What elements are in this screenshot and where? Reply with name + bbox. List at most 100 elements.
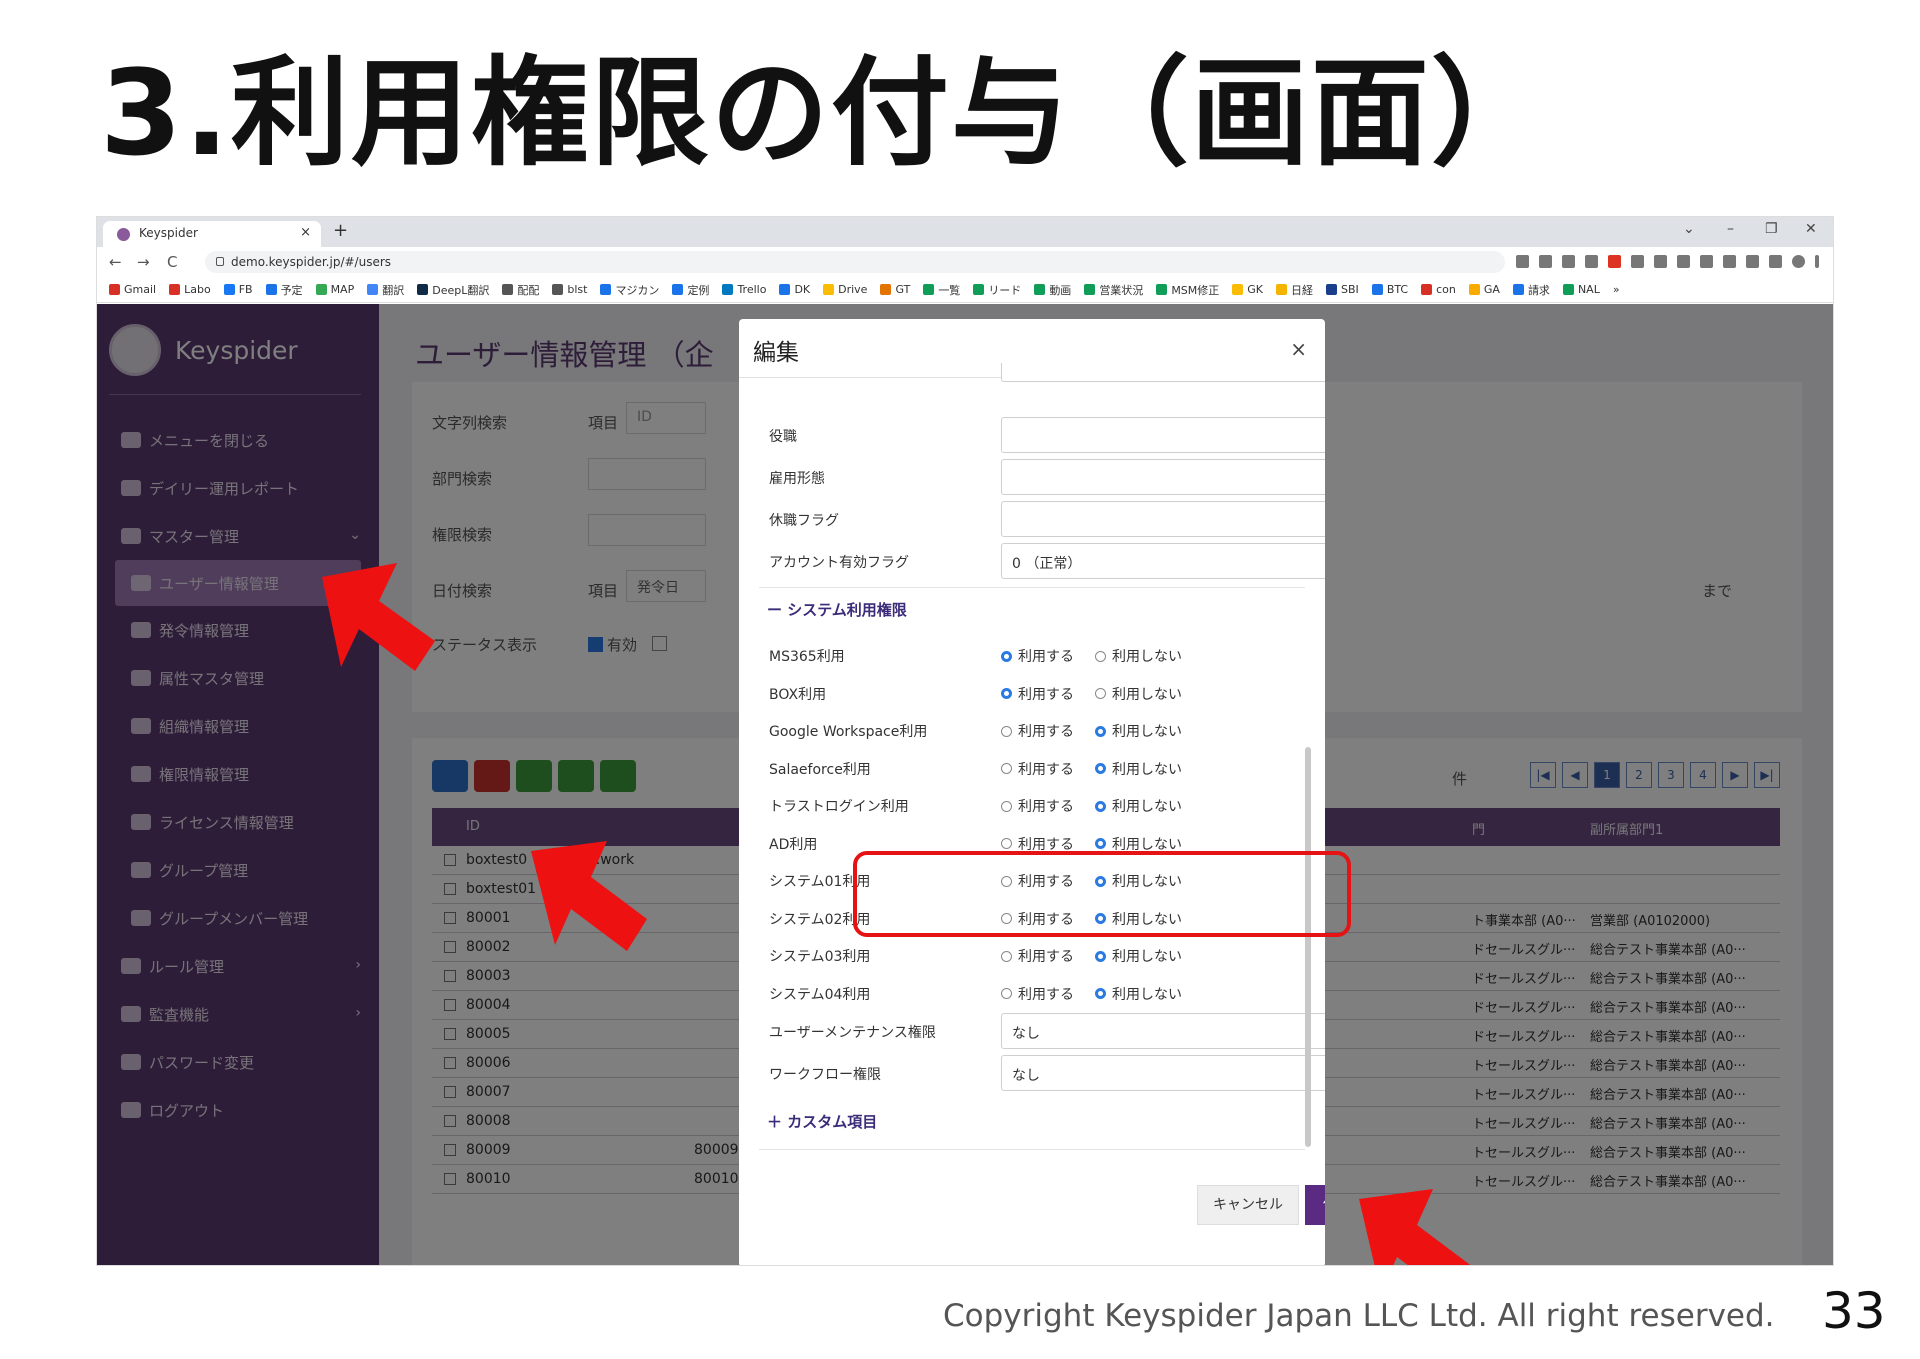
nouse-radio[interactable]: 利用しない xyxy=(1095,984,1182,1004)
close-window-icon[interactable]: ✕ xyxy=(1805,221,1817,237)
bookmark-item[interactable]: con xyxy=(1421,283,1456,296)
nouse-radio-label: 利用しない xyxy=(1112,761,1182,778)
use-radio-label: 利用する xyxy=(1018,949,1074,965)
workflow-select[interactable]: なし⌄ xyxy=(1001,1055,1325,1091)
use-radio[interactable]: 利用する xyxy=(1001,946,1074,966)
bookmark-item[interactable]: FB xyxy=(223,283,253,296)
use-radio[interactable]: 利用する xyxy=(1001,684,1074,704)
copyright: Copyright Keyspider Japan LLC Ltd. All r… xyxy=(943,1298,1775,1334)
workflow-value: なし xyxy=(1012,1068,1040,1084)
bookmark-item[interactable]: Labo xyxy=(169,283,211,296)
section-divider xyxy=(759,587,1305,588)
nouse-radio-label: 利用しない xyxy=(1112,986,1182,1003)
lock-icon xyxy=(216,257,224,266)
field-0-label: 役職 xyxy=(769,429,797,445)
bookmark-favicon-icon xyxy=(109,284,120,295)
system-permissions-section[interactable]: ー システム利用権限 xyxy=(767,599,907,620)
extension-icon[interactable] xyxy=(1654,255,1667,268)
bookmark-favicon-icon xyxy=(1562,284,1574,295)
bookmark-label: 営業状況 xyxy=(1099,283,1144,297)
puzzle-icon[interactable] xyxy=(1746,255,1759,268)
extension-icon[interactable] xyxy=(1585,255,1598,268)
bookmark-item[interactable]: 配配 xyxy=(502,282,539,298)
bookmark-item[interactable]: 一覧 xyxy=(923,282,960,298)
bookmark-item[interactable]: GT xyxy=(880,283,910,296)
bookmark-item[interactable]: NAL xyxy=(1562,283,1600,296)
maintenance-select[interactable]: なし⌄ xyxy=(1001,1013,1325,1049)
tab-close-icon[interactable]: × xyxy=(300,225,311,240)
bookmark-item[interactable]: Drive xyxy=(823,283,867,296)
bookmark-item[interactable]: Trello xyxy=(722,283,766,296)
bookmark-item[interactable]: MSM修正 xyxy=(1156,282,1219,298)
nouse-radio[interactable]: 利用しない xyxy=(1095,646,1182,666)
sidepanel-icon[interactable] xyxy=(1769,255,1782,268)
cancel-button[interactable]: キャンセル xyxy=(1197,1185,1299,1225)
profile-avatar-icon[interactable] xyxy=(1792,255,1805,268)
field-0-select[interactable]: ⌄ xyxy=(1001,417,1325,453)
field-2-select[interactable]: ⌄ xyxy=(1001,501,1325,537)
bookmark-item[interactable]: 営業状況 xyxy=(1084,282,1143,298)
bookmark-item[interactable]: SBI xyxy=(1326,283,1359,296)
bookmark-item[interactable]: 定例 xyxy=(672,282,709,298)
restore-icon[interactable]: ❐ xyxy=(1765,221,1778,237)
use-radio[interactable]: 利用する xyxy=(1001,796,1074,816)
bookmark-item[interactable]: MAP xyxy=(315,283,354,296)
key-icon[interactable] xyxy=(1516,255,1529,268)
bookmarks-more-icon[interactable]: » xyxy=(1613,283,1620,296)
close-icon[interactable]: × xyxy=(1290,337,1307,361)
camera-icon[interactable] xyxy=(1631,255,1644,268)
star-icon[interactable] xyxy=(1562,255,1575,268)
forward-icon[interactable]: → xyxy=(137,253,150,271)
nouse-radio[interactable]: 利用しない xyxy=(1095,684,1182,704)
tab-search-icon[interactable]: ⌄ xyxy=(1683,221,1695,237)
bookmark-favicon-icon xyxy=(367,284,379,295)
extension-icon[interactable] xyxy=(1677,255,1690,268)
bookmark-favicon-icon xyxy=(880,284,892,295)
pdf-icon[interactable] xyxy=(1608,255,1621,268)
use-radio[interactable]: 利用する xyxy=(1001,646,1074,666)
more-menu-icon[interactable] xyxy=(1815,255,1819,268)
bookmark-favicon-icon xyxy=(1421,284,1433,295)
reload-icon[interactable]: C xyxy=(167,253,177,271)
bookmark-item[interactable]: blst xyxy=(552,283,587,296)
bookmark-item[interactable]: GK xyxy=(1232,283,1263,296)
bookmark-item[interactable]: マジカン xyxy=(600,282,659,298)
bookmark-item[interactable]: 予定 xyxy=(265,282,303,298)
modal-scrollbar[interactable] xyxy=(1305,747,1311,1147)
back-icon[interactable]: ← xyxy=(109,253,122,271)
bookmark-item[interactable]: 翻訳 xyxy=(367,282,404,298)
use-radio[interactable]: 利用する xyxy=(1001,721,1074,741)
bookmark-item[interactable]: 日経 xyxy=(1276,282,1313,298)
bookmark-label: Labo xyxy=(184,283,211,296)
bookmark-item[interactable]: DeepL翻訳 xyxy=(417,282,489,298)
nouse-radio[interactable]: 利用しない xyxy=(1095,946,1182,966)
nouse-radio[interactable]: 利用しない xyxy=(1095,759,1182,779)
bookmark-item[interactable]: 動画 xyxy=(1034,282,1071,298)
use-radio[interactable]: 利用する xyxy=(1001,984,1074,1004)
bookmark-item[interactable]: DK xyxy=(779,283,810,296)
extension-icon[interactable] xyxy=(1700,255,1713,268)
minimize-icon[interactable]: – xyxy=(1727,221,1734,237)
permission-row: Google Workspace利用 利用する 利用しない xyxy=(769,712,1299,746)
field-3-select[interactable]: 0 （正常）⌄ xyxy=(1001,543,1325,579)
bookmark-item[interactable]: GA xyxy=(1468,283,1500,296)
bookmark-item[interactable]: リード xyxy=(973,282,1021,298)
permission-label: Google Workspace利用 xyxy=(769,724,928,740)
save-button[interactable]: 保存 xyxy=(1305,1185,1325,1225)
previous-field-select[interactable] xyxy=(1001,363,1325,382)
bookmark-item[interactable]: 請求 xyxy=(1512,282,1550,298)
url-field[interactable]: demo.keyspider.jp/#/users xyxy=(205,251,1505,273)
bookmark-favicon-icon xyxy=(823,284,835,295)
field-2-row: 休職フラグ ⌄ xyxy=(769,501,1325,537)
new-tab-icon[interactable]: + xyxy=(333,220,348,241)
bookmark-item[interactable]: BTC xyxy=(1371,283,1408,296)
extension-icon[interactable] xyxy=(1723,255,1736,268)
use-radio[interactable]: 利用する xyxy=(1001,759,1074,779)
share-icon[interactable] xyxy=(1539,255,1552,268)
custom-items-section[interactable]: ＋ カスタム項目 xyxy=(767,1111,877,1132)
bookmark-item[interactable]: Gmail xyxy=(109,283,156,296)
browser-tab[interactable]: Keyspider × xyxy=(103,221,321,247)
nouse-radio[interactable]: 利用しない xyxy=(1095,721,1182,741)
nouse-radio[interactable]: 利用しない xyxy=(1095,796,1182,816)
field-1-select[interactable]: ⌄ xyxy=(1001,459,1325,495)
